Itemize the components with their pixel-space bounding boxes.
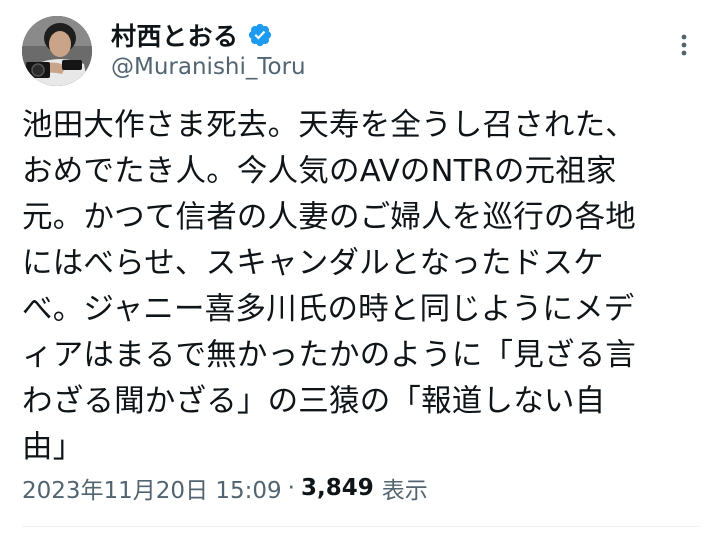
view-count: 3,849	[300, 475, 374, 501]
tweet-text-line: にはべらせ、スキャンダルとなったドスケ	[22, 246, 604, 281]
tweet-card: 村西とおる @Muranishi_Toru 池田大作さま死去。天寿を全うし召され…	[0, 0, 720, 540]
more-options-icon[interactable]	[672, 30, 696, 60]
avatar[interactable]	[22, 16, 92, 86]
verified-badge-icon[interactable]	[247, 22, 273, 48]
tweet-text-line: ィアはまるで無かったかのように「見ざる言	[22, 338, 636, 373]
view-label: 表示	[381, 478, 428, 504]
profile-photo-icon	[22, 16, 92, 86]
tweet-text-line: わざる聞かざる」の三猿の「報道しない自	[22, 384, 606, 419]
tweet-text-line: 池田大作さま死去。天寿を全うし召された、	[22, 108, 636, 143]
divider	[22, 526, 700, 527]
tweet-text-line: 由」	[22, 430, 84, 465]
tweet-meta: 2023年11月20日 15:09 · 3,849 表示	[22, 471, 428, 505]
meta-separator: ·	[287, 475, 295, 501]
tweet-text-line: 元。かつて信者の人妻のご婦人を巡行の各地	[22, 200, 636, 235]
tweet-text: 池田大作さま死去。天寿を全うし召された、 おめでたき人。今人気のAVのNTRの元…	[22, 103, 702, 471]
author-block: 村西とおる @Muranishi_Toru	[111, 18, 306, 80]
name-row: 村西とおる	[111, 18, 306, 52]
tweet-text-line: べ。ジャニー喜多川氏の時と同じようにメデ	[22, 292, 635, 327]
user-handle[interactable]: @Muranishi_Toru	[111, 54, 306, 80]
tweet-text-line: おめでたき人。今人気のAVのNTRの元祖家	[22, 154, 617, 189]
timestamp-link[interactable]: 2023年11月20日 15:09	[22, 471, 282, 505]
display-name[interactable]: 村西とおる	[111, 17, 239, 53]
